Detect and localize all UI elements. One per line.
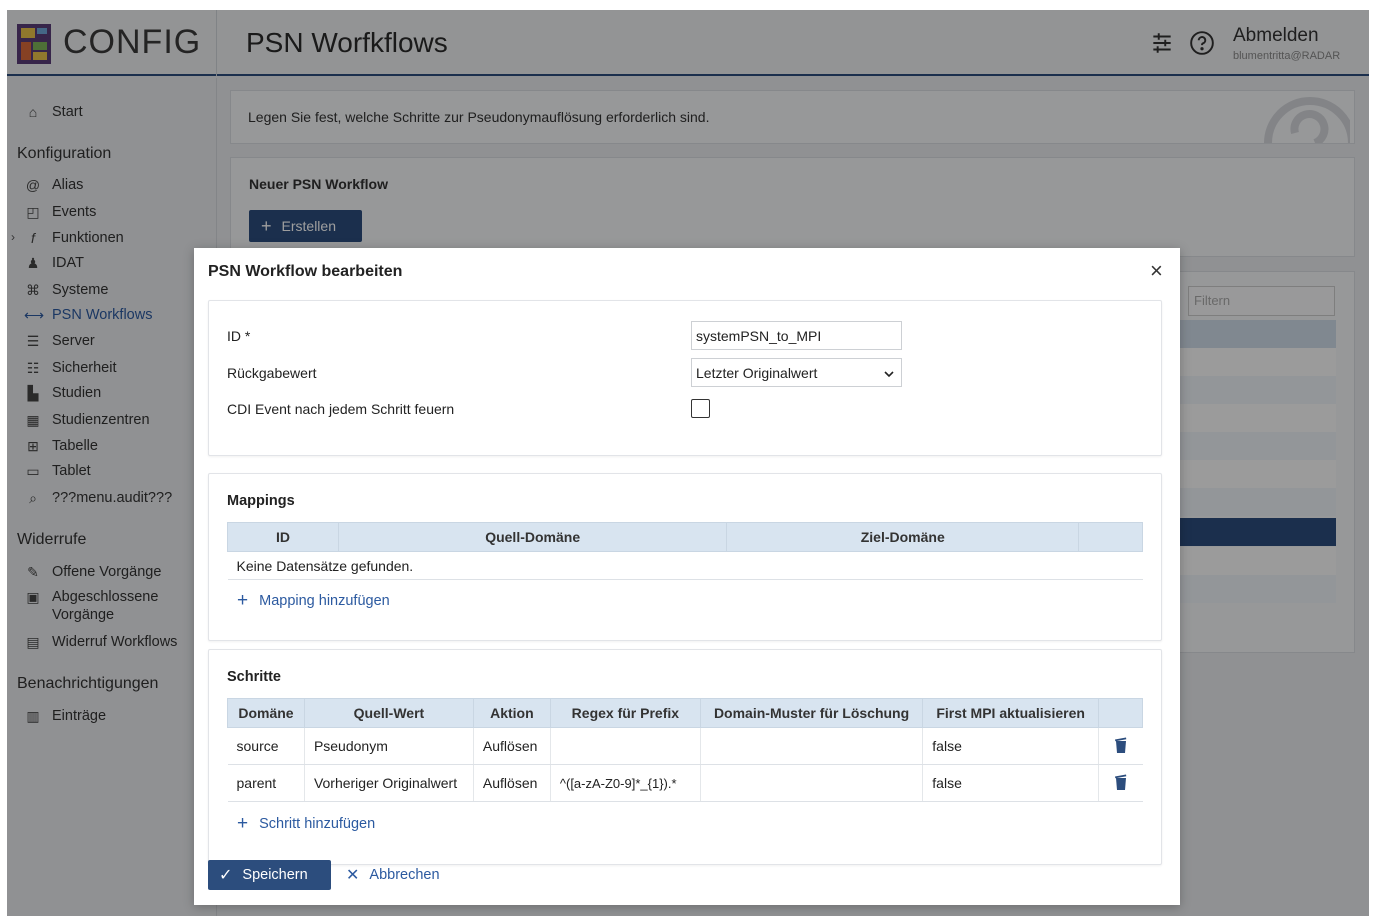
mappings-card: Mappings ID Quell-Domäne Ziel-Domäne Kei… bbox=[208, 473, 1162, 641]
add-step-label: Schritt hinzufügen bbox=[259, 816, 376, 832]
empty-message: Keine Datensätze gefunden. bbox=[227, 551, 1143, 580]
add-step-link[interactable]: + Schritt hinzufügen bbox=[237, 813, 375, 835]
id-label: ID * bbox=[227, 328, 251, 344]
steps-table: Domäne Quell-Wert Aktion Regex für Prefi… bbox=[227, 698, 1144, 802]
column-header[interactable]: ID bbox=[227, 522, 339, 552]
table-row: Keine Datensätze gefunden. bbox=[227, 551, 1143, 580]
column-header[interactable]: Aktion bbox=[472, 698, 551, 728]
plus-icon: + bbox=[237, 590, 249, 611]
cell-regex bbox=[550, 727, 701, 765]
save-button[interactable]: ✓ Speichern bbox=[208, 860, 331, 890]
table-row[interactable]: source Pseudonym Auflösen false bbox=[227, 727, 1143, 765]
check-icon: ✓ bbox=[219, 867, 233, 884]
column-header[interactable]: Ziel-Domäne bbox=[726, 522, 1080, 552]
table-header-row: Domäne Quell-Wert Aktion Regex für Prefi… bbox=[227, 698, 1144, 728]
id-input[interactable] bbox=[691, 321, 902, 350]
cell-domain: source bbox=[227, 727, 305, 765]
column-header bbox=[1078, 522, 1143, 552]
cdi-event-label: CDI Event nach jedem Schritt feuern bbox=[227, 401, 455, 417]
return-value-selected: Letzter Originalwert bbox=[696, 365, 818, 381]
cell-domain: parent bbox=[227, 764, 305, 802]
edit-workflow-dialog: PSN Workflow bearbeiten × ID * Rückgabew… bbox=[194, 248, 1180, 905]
chevron-down-icon bbox=[884, 371, 894, 378]
column-header bbox=[1097, 698, 1144, 728]
column-header[interactable]: Domain-Muster für Löschung bbox=[699, 698, 924, 728]
cell-action: Auflösen bbox=[473, 764, 551, 802]
cell-regex: ^([a-zA-Z0-9]*_{1}).* bbox=[550, 764, 701, 802]
column-header[interactable]: Domäne bbox=[227, 698, 305, 728]
return-value-select[interactable]: Letzter Originalwert bbox=[691, 358, 902, 387]
cancel-button[interactable]: ✕ Abbrechen bbox=[346, 860, 440, 890]
column-header[interactable]: Quell-Domäne bbox=[337, 522, 728, 552]
cell-pattern bbox=[700, 727, 924, 765]
mappings-table: ID Quell-Domäne Ziel-Domäne Keine Datens… bbox=[227, 522, 1143, 580]
add-mapping-label: Mapping hinzufügen bbox=[259, 593, 390, 609]
steps-title: Schritte bbox=[227, 669, 281, 685]
cdi-event-checkbox[interactable] bbox=[691, 399, 710, 418]
column-header[interactable]: Quell-Wert bbox=[303, 698, 474, 728]
delete-cell bbox=[1098, 727, 1143, 765]
cancel-label: Abbrechen bbox=[369, 867, 440, 883]
cell-action: Auflösen bbox=[473, 727, 551, 765]
steps-card: Schritte Domäne Quell-Wert Aktion Regex … bbox=[208, 649, 1162, 865]
dialog-title: PSN Workflow bearbeiten bbox=[208, 263, 403, 280]
return-value-label: Rückgabewert bbox=[227, 365, 317, 381]
table-header-row: ID Quell-Domäne Ziel-Domäne bbox=[227, 522, 1143, 552]
workflow-form-card: ID * Rückgabewert Letzter Originalwert C… bbox=[208, 300, 1162, 456]
cell-first-mpi: false bbox=[922, 764, 1099, 802]
table-row[interactable]: parent Vorheriger Originalwert Auflösen … bbox=[227, 764, 1143, 802]
cell-source-value: Pseudonym bbox=[304, 727, 474, 765]
add-mapping-link[interactable]: + Mapping hinzufügen bbox=[237, 590, 390, 612]
save-label: Speichern bbox=[242, 867, 308, 883]
app-frame: CONFIG PSN Worfkflows Abmelden blumentri… bbox=[7, 10, 1369, 916]
delete-icon[interactable] bbox=[1114, 774, 1127, 790]
column-header[interactable]: First MPI aktualisieren bbox=[922, 698, 1099, 728]
close-icon: ✕ bbox=[346, 867, 360, 884]
column-header[interactable]: Regex für Prefix bbox=[549, 698, 701, 728]
plus-icon: + bbox=[237, 813, 249, 834]
delete-cell bbox=[1098, 764, 1143, 802]
close-icon[interactable]: × bbox=[1150, 258, 1163, 284]
delete-icon[interactable] bbox=[1114, 737, 1127, 753]
cell-source-value: Vorheriger Originalwert bbox=[304, 764, 474, 802]
cell-first-mpi: false bbox=[922, 727, 1099, 765]
cell-pattern bbox=[700, 764, 924, 802]
mappings-title: Mappings bbox=[227, 493, 295, 509]
